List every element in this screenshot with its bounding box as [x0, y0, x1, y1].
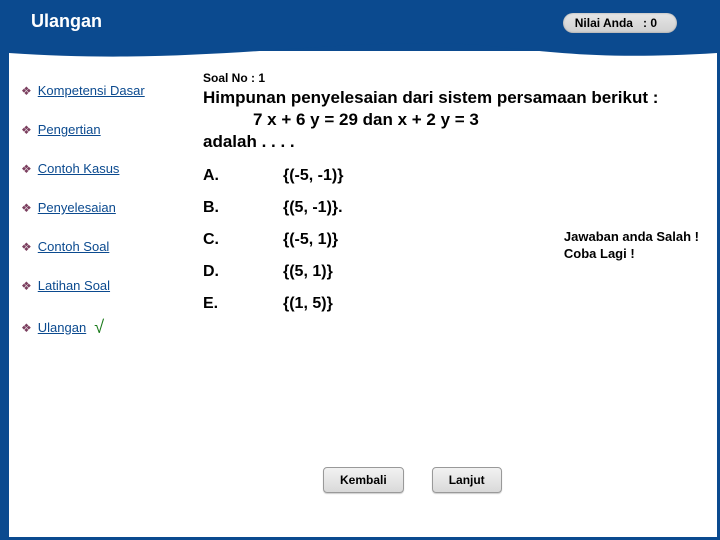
option-b[interactable]: B. {(5, -1)}.: [203, 199, 697, 217]
main-content: Soal No : 1 Himpunan penyelesaian dari s…: [193, 63, 717, 537]
sidebar: ❖ Kompetensi Dasar ❖ Pengertian ❖ Contoh…: [3, 63, 193, 537]
sidebar-item-ulangan[interactable]: ❖ Ulangan √: [21, 317, 183, 338]
diamond-bullet-icon: ❖: [21, 201, 32, 215]
score-value: : 0: [643, 16, 657, 30]
header: Ulangan Nilai Anda : 0: [3, 3, 717, 51]
diamond-bullet-icon: ❖: [21, 240, 32, 254]
sidebar-item-pengertian[interactable]: ❖ Pengertian: [21, 122, 183, 137]
sidebar-item-label: Latihan Soal: [38, 278, 110, 293]
next-button[interactable]: Lanjut: [432, 467, 502, 493]
sidebar-item-contoh-soal[interactable]: ❖ Contoh Soal: [21, 239, 183, 254]
back-button[interactable]: Kembali: [323, 467, 404, 493]
sidebar-item-label: Contoh Soal: [38, 239, 110, 254]
score-label: Nilai Anda: [575, 16, 633, 30]
option-text: {(1, 5)}: [283, 295, 333, 313]
option-letter: C.: [203, 231, 283, 249]
sidebar-item-kompetensi[interactable]: ❖ Kompetensi Dasar: [21, 83, 183, 98]
check-icon: √: [94, 317, 104, 338]
question-line: adalah . . . .: [203, 132, 295, 151]
question-line: 7 x + 6 y = 29 dan x + 2 y = 3: [203, 109, 697, 131]
diamond-bullet-icon: ❖: [21, 279, 32, 293]
sidebar-item-latihan-soal[interactable]: ❖ Latihan Soal: [21, 278, 183, 293]
option-letter: A.: [203, 167, 283, 185]
sidebar-item-contoh-kasus[interactable]: ❖ Contoh Kasus: [21, 161, 183, 176]
option-text: {(5, -1)}.: [283, 199, 343, 217]
question-number: Soal No : 1: [203, 71, 697, 85]
option-text: {(-5, 1)}: [283, 231, 338, 249]
sidebar-item-label: Penyelesaian: [38, 200, 116, 215]
score-badge: Nilai Anda : 0: [563, 13, 677, 33]
sidebar-item-label: Kompetensi Dasar: [38, 83, 145, 98]
diamond-bullet-icon: ❖: [21, 123, 32, 137]
feedback-line: Coba Lagi !: [564, 246, 635, 261]
option-d[interactable]: D. {(5, 1)}: [203, 263, 697, 281]
feedback-message: Jawaban anda Salah ! Coba Lagi !: [564, 229, 699, 263]
option-letter: E.: [203, 295, 283, 313]
sidebar-item-label: Ulangan: [38, 320, 86, 335]
sidebar-item-penyelesaian[interactable]: ❖ Penyelesaian: [21, 200, 183, 215]
question-text: Himpunan penyelesaian dari sistem persam…: [203, 87, 697, 153]
option-letter: D.: [203, 263, 283, 281]
option-e[interactable]: E. {(1, 5)}: [203, 295, 697, 313]
option-a[interactable]: A. {(-5, -1)}: [203, 167, 697, 185]
option-text: {(5, 1)}: [283, 263, 333, 281]
feedback-line: Jawaban anda Salah !: [564, 229, 699, 244]
sidebar-item-label: Pengertian: [38, 122, 101, 137]
diamond-bullet-icon: ❖: [21, 162, 32, 176]
option-text: {(-5, -1)}: [283, 167, 343, 185]
nav-buttons: Kembali Lanjut: [323, 467, 502, 493]
question-line: Himpunan penyelesaian dari sistem persam…: [203, 88, 658, 107]
diamond-bullet-icon: ❖: [21, 321, 32, 335]
diamond-bullet-icon: ❖: [21, 84, 32, 98]
option-letter: B.: [203, 199, 283, 217]
page-title: Ulangan: [31, 11, 102, 32]
sidebar-item-label: Contoh Kasus: [38, 161, 120, 176]
